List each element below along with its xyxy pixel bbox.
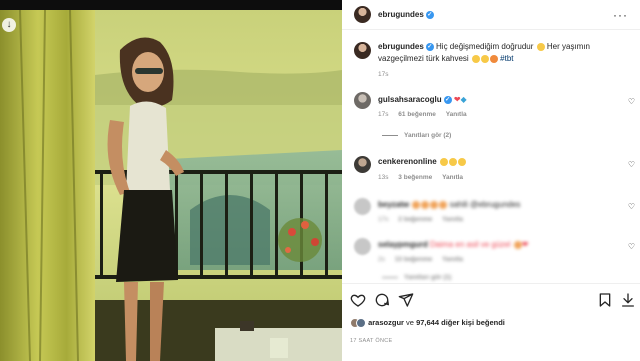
comment-meta: 2s 13 beğenme Yanıtla — [378, 256, 471, 263]
caption-meta: 17s — [378, 71, 396, 78]
heart-icon[interactable] — [350, 292, 366, 308]
replies-divider — [382, 134, 398, 136]
liker-username[interactable]: arasozgur — [368, 318, 404, 327]
comment-username[interactable]: cenkerenonline — [378, 157, 437, 166]
comment-likes[interactable]: 3 beğenme — [398, 174, 432, 181]
comment-meta: 17s 61 beğenme Yanıtla — [378, 111, 475, 118]
emoji-icon — [536, 42, 545, 51]
photo-top-bar — [0, 0, 342, 10]
comment-time[interactable]: 17s — [378, 111, 388, 118]
likes-suffix[interactable]: diğer kişi beğendi — [441, 318, 505, 327]
comment-like-heart-icon[interactable]: ♡ — [628, 242, 635, 251]
post-author-name[interactable]: ebrugundes — [378, 10, 424, 19]
emoji-icon — [439, 157, 448, 166]
post-detail-panel: ebrugundes ✓ ··· ebrugundes ✓ Hiç değişmed… — [342, 0, 640, 361]
comment-time[interactable]: 2s — [378, 256, 385, 263]
reply-button[interactable]: Yanıtla — [446, 111, 467, 118]
post-actions-bar — [342, 283, 640, 313]
download-icon[interactable] — [620, 292, 636, 308]
avatar[interactable] — [354, 6, 371, 23]
hashtag-link[interactable]: #tbt — [500, 54, 513, 63]
red-heart-emoji-icon: ❤ — [521, 240, 529, 249]
comment-likes[interactable]: 2 beğenme — [398, 216, 432, 223]
post-photo[interactable]: ↓ — [0, 0, 342, 361]
caption-avatar[interactable] — [354, 42, 371, 59]
comment-avatar[interactable] — [354, 198, 371, 215]
comment: beyzatw sahili @ebrugundes — [378, 199, 520, 211]
caption-line2: Her yaşımın — [546, 42, 590, 51]
comment-like-heart-icon[interactable]: ♡ — [628, 202, 635, 211]
view-replies-button[interactable]: Yanıtları gör (2) — [382, 132, 451, 139]
comment-username[interactable]: gulsahsaracoglu — [378, 95, 442, 104]
reply-button[interactable]: Yanıtla — [442, 174, 463, 181]
verified-badge-icon: ✓ — [425, 42, 434, 51]
caption-text: ebrugundes ✓ Hiç değişmediğim doğrudur He… — [378, 41, 628, 65]
likes-connector: ve — [406, 318, 414, 327]
emoji-icon — [471, 54, 480, 63]
view-replies-label[interactable]: Yanıtları gör (1) — [404, 274, 451, 281]
comment-time[interactable]: 13s — [378, 174, 388, 181]
emoji-icon — [480, 54, 489, 63]
emoji-icon — [439, 200, 448, 209]
share-icon[interactable] — [398, 292, 414, 308]
comment: cenkerenonline — [378, 156, 466, 168]
likes-count[interactable]: 97,644 — [416, 318, 439, 327]
comment-username[interactable]: beyzatw — [378, 200, 409, 209]
comment-likes[interactable]: 61 beğenme — [398, 111, 436, 118]
comment-like-heart-icon[interactable]: ♡ — [628, 160, 635, 169]
comment-time[interactable]: 17s — [378, 216, 388, 223]
replies-divider — [382, 276, 398, 278]
comment-username[interactable]: selaypmgurd — [378, 240, 428, 249]
red-heart-emoji-icon: ❤ — [453, 95, 461, 104]
emoji-icon — [412, 200, 421, 209]
emoji-icon — [457, 157, 466, 166]
comment-text: Daima en asil ve güzel — [430, 240, 511, 249]
emoji-icon — [513, 240, 522, 249]
photo-image — [0, 10, 342, 361]
caption-line3: vazgeçilmezi türk kahvesi — [378, 54, 469, 63]
liker-avatar — [356, 318, 366, 329]
comment-like-heart-icon[interactable]: ♡ — [628, 97, 635, 106]
emoji-icon — [448, 157, 457, 166]
comment-meta: 13s 3 beğenme Yanıtla — [378, 174, 471, 181]
verified-badge-icon: ✓ — [443, 95, 452, 104]
caption-username[interactable]: ebrugundes — [378, 42, 424, 51]
download-icon[interactable]: ↓ — [2, 18, 16, 32]
reply-button[interactable]: Yanıtla — [442, 256, 463, 263]
post-author[interactable]: ebrugundes ✓ — [378, 10, 434, 19]
comment-avatar[interactable] — [354, 156, 371, 173]
more-options-icon[interactable]: ··· — [613, 8, 628, 22]
bookmark-icon[interactable] — [597, 292, 613, 308]
view-replies-label[interactable]: Yanıtları gör (2) — [404, 132, 451, 139]
post-header: ebrugundes ✓ ··· — [342, 0, 640, 30]
comment-avatar[interactable] — [354, 238, 371, 255]
comment-icon[interactable] — [374, 292, 390, 308]
verified-badge-icon: ✓ — [425, 10, 434, 19]
post-timestamp[interactable]: 17 SAAT ÖNCE — [350, 338, 393, 344]
emoji-icon — [430, 200, 439, 209]
gem-emoji-icon: ◆ — [460, 95, 467, 104]
comment-text: sahili @ebrugundes — [449, 200, 521, 209]
emoji-icon — [421, 200, 430, 209]
comment: gulsahsaracoglu ✓ ❤◆ — [378, 94, 467, 106]
reply-button[interactable]: Yanıtla — [442, 216, 463, 223]
comment-meta: 17s 2 beğenme Yanıtla — [378, 216, 471, 223]
comment: selaypmgurd Daima en asil ve güzel ❤ — [378, 239, 528, 251]
caption-time[interactable]: 17s — [378, 71, 388, 78]
comment-likes[interactable]: 13 beğenme — [395, 256, 433, 263]
caption-line1: Hiç değişmediğim doğrudur — [436, 42, 534, 51]
emoji-icon — [489, 54, 498, 63]
comment-avatar[interactable] — [354, 92, 371, 109]
view-replies-button[interactable]: Yanıtları gör (1) — [382, 274, 451, 281]
likes-summary[interactable]: arasozgur ve 97,644 diğer kişi beğendi — [350, 318, 505, 329]
